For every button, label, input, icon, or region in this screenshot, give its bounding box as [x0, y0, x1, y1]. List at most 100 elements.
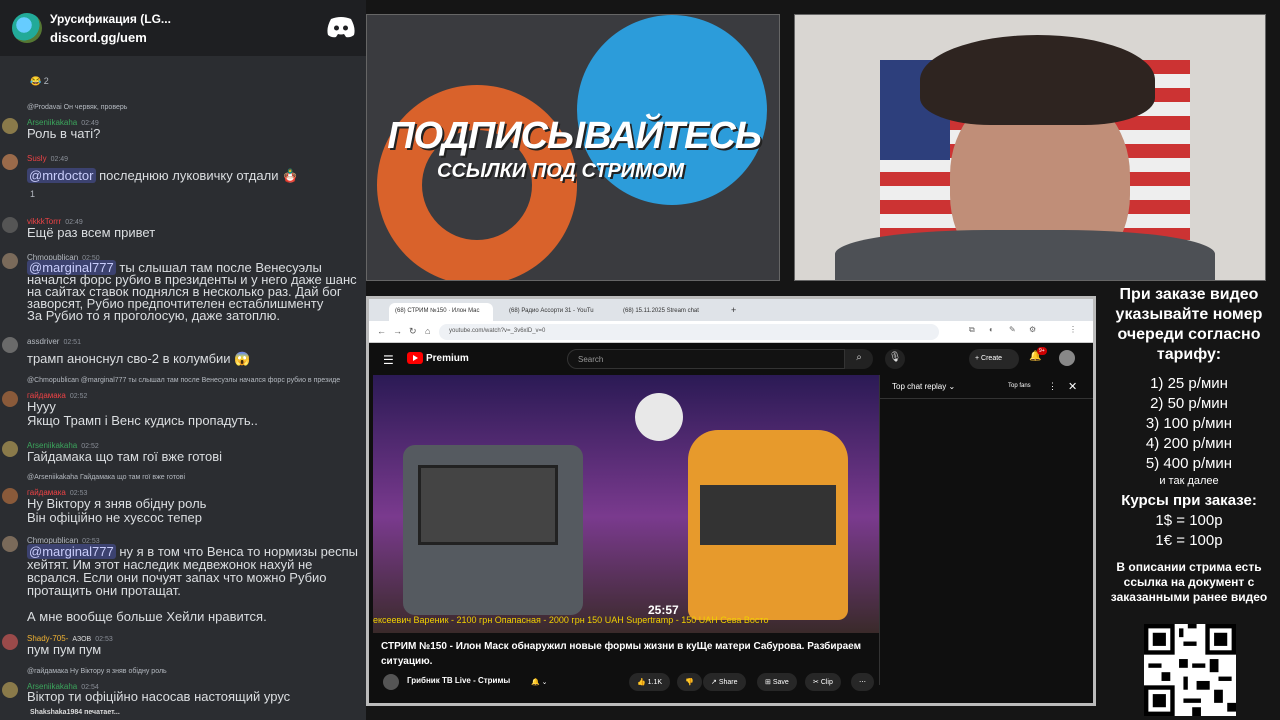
avatar[interactable]	[2, 634, 18, 650]
forward-icon[interactable]: →	[393, 326, 402, 336]
webcam-feed	[794, 14, 1266, 281]
qr-code	[1144, 624, 1236, 716]
back-icon[interactable]: ←	[377, 326, 386, 336]
avatar[interactable]	[2, 217, 18, 233]
avatar[interactable]	[2, 441, 18, 457]
tab-bar: (68) СТРИМ №150 · Илон Мас (68) Радио Ас…	[369, 299, 1093, 321]
channel-avatar[interactable]	[383, 674, 399, 690]
clip-button[interactable]: ✂ Clip	[805, 673, 841, 691]
tariff-item: 2) 50 р/мин	[1150, 395, 1228, 412]
avatar[interactable]	[2, 253, 18, 269]
extension-icon[interactable]: ◐	[989, 325, 994, 334]
reaction-count[interactable]: 1	[30, 187, 35, 201]
username[interactable]: assdriver	[27, 337, 59, 346]
server-title: Урусификация (LG...	[50, 11, 171, 26]
avatar[interactable]	[2, 118, 18, 134]
new-tab-button[interactable]: +	[729, 303, 738, 321]
create-button[interactable]: + Create	[969, 349, 1019, 369]
url-input[interactable]: youtube.com/watch?v=_3v6xlD_v=0	[439, 324, 939, 340]
banner-title: ПОДПИСЫВАЙТЕСЬ	[387, 115, 762, 157]
avatar[interactable]	[2, 154, 18, 170]
search-input[interactable]: Search	[567, 349, 845, 369]
reply-preview[interactable]: @Chmopublican @marginal777 ты слышал там…	[27, 377, 340, 384]
channel-row: Грибник ТВ Live - Стримы 🔔 ⌄ 👍 1.1K 👎 ↗ …	[381, 671, 879, 693]
username[interactable]: Susly	[27, 154, 47, 163]
subscribe-banner: ПОДПИСЫВАЙТЕСЬ ССЫЛКИ ПОД СТРИМОМ	[366, 14, 780, 281]
server-avatar	[12, 13, 42, 43]
tariff-etc: и так далее	[1159, 475, 1219, 487]
like-count: 1.1K	[647, 679, 663, 686]
browser-tab[interactable]: (68) СТРИМ №150 · Илон Мас	[389, 303, 493, 321]
browser-tab[interactable]: (68) Радио Ассорти 31 - YouTu	[503, 303, 607, 321]
user-mention[interactable]: @mrdoctor	[27, 168, 96, 183]
message-text: Гайдамака що там гої вже готові	[27, 449, 223, 464]
more-actions-icon[interactable]: ⋯	[851, 673, 874, 691]
search-icon[interactable]: ⌕	[845, 349, 873, 369]
message-text: Нууу Якщо Трамп і Венс кудись пропадуть.…	[27, 399, 258, 428]
save-button[interactable]: ⊞ Save	[757, 673, 797, 691]
dislike-button[interactable]: 👎	[677, 673, 702, 691]
share-button[interactable]: ↗ Share	[703, 673, 746, 691]
avatar[interactable]	[2, 488, 18, 504]
chat-replay-title: Top chat replay	[892, 382, 947, 391]
timestamp: 02:49	[50, 156, 69, 163]
reply-preview[interactable]: @Prodavai Он червяк, проверь	[27, 104, 127, 111]
reply-preview[interactable]: @Arseniikakaha Гайдамака що там гої вже …	[27, 474, 185, 481]
avatar[interactable]	[2, 536, 18, 552]
description-note: В описании стрима есть ссылка на докумен…	[1110, 560, 1268, 604]
avatar[interactable]	[2, 682, 18, 698]
grey-truck-graphic	[403, 445, 583, 615]
browser-tab[interactable]: (68) 15.11.2025 Stream chat	[617, 303, 721, 321]
donation-ticker: ексеевич Вареник - 2100 грн Опапасная - …	[373, 615, 769, 625]
chat-replay-dropdown[interactable]: Top chat replay ⌄	[892, 382, 955, 391]
save-label: Save	[772, 679, 789, 686]
typing-indicator: Shakshaka1984 печатает...	[30, 709, 120, 716]
channel-name[interactable]: Грибник ТВ Live - Стримы	[407, 676, 510, 685]
menu-dots-icon[interactable]: ⋮	[1069, 325, 1077, 334]
puzzle-icon[interactable]: ⚙	[1029, 325, 1036, 334]
reply-preview[interactable]: @гайдамака Ну Віктору я зняв обідну роль	[27, 668, 167, 675]
tariff-item: 3) 100 р/мин	[1145, 415, 1233, 432]
youtube-logo-icon[interactable]	[407, 352, 423, 364]
extension-icon[interactable]: ⧉	[969, 325, 975, 335]
avatar[interactable]	[2, 391, 18, 407]
timestamp: 02:52	[69, 393, 88, 400]
close-icon[interactable]: ✕	[1068, 380, 1077, 393]
message-text: Ещё раз всем привет	[27, 225, 156, 240]
home-icon[interactable]: ⌂	[425, 326, 430, 336]
browser-window: (68) СТРИМ №150 · Илон Мас (68) Радио Ас…	[366, 296, 1096, 706]
create-label: Create	[981, 355, 1003, 362]
rate-item: 1$ = 100р	[1155, 512, 1223, 529]
message-text: пум пум пум	[27, 642, 102, 657]
order-instructions: При заказе видео указывайте номер очеред…	[1115, 286, 1263, 363]
youtube-header: ☰ Premium Search ⌕ 🎙 + Create 🔔 9+	[369, 343, 1093, 375]
reload-icon[interactable]: ↻	[409, 326, 417, 337]
order-info-panel: При заказе видео указывайте номер очеред…	[1098, 282, 1280, 720]
hamburger-menu-icon[interactable]: ☰	[383, 353, 394, 367]
like-button[interactable]: 👍 1.1K	[629, 673, 671, 691]
notification-badge: 9+	[1037, 347, 1047, 355]
rates-title: Курсы при заказе:	[1121, 492, 1257, 509]
extension-icon[interactable]: ✎	[1009, 325, 1016, 334]
message-text: Ну Віктору я зняв обідну роль Він офіцій…	[27, 496, 207, 525]
message-text: трамп анонснул сво-2 в колумбии 😱	[27, 351, 251, 366]
clip-label: Clip	[820, 679, 833, 686]
reaction-count[interactable]: 😂 2	[30, 76, 49, 87]
stream-layout: Урусификация (LG... discord.gg/uem 😂 2 @…	[0, 0, 1280, 720]
message-text: Роль в чаті?	[27, 126, 101, 141]
video-player[interactable]: 25:57 ексеевич Вареник - 2100 грн Опапас…	[373, 375, 879, 633]
more-options-icon[interactable]: ⋮	[1048, 381, 1057, 392]
avatar[interactable]	[2, 337, 18, 353]
top-fans-button[interactable]: Top fans	[1008, 383, 1031, 389]
chat-header: Урусификация (LG... discord.gg/uem	[0, 0, 366, 56]
address-bar: ← → ↻ ⌂ youtube.com/watch?v=_3v6xlD_v=0 …	[369, 321, 1093, 343]
bell-icon[interactable]: 🔔 ⌄	[523, 673, 556, 691]
timestamp: 02:51	[63, 339, 81, 346]
microphone-icon[interactable]: 🎙	[885, 349, 905, 369]
discord-chat-overlay: Урусификация (LG... discord.gg/uem 😂 2 @…	[0, 0, 366, 720]
avatar[interactable]	[1059, 350, 1075, 366]
banner-subtitle: ССЫЛКИ ПОД СТРИМОМ	[437, 160, 685, 182]
youtube-brand[interactable]: Premium	[426, 353, 469, 364]
share-label: Share	[718, 679, 738, 686]
discord-icon	[327, 17, 355, 38]
